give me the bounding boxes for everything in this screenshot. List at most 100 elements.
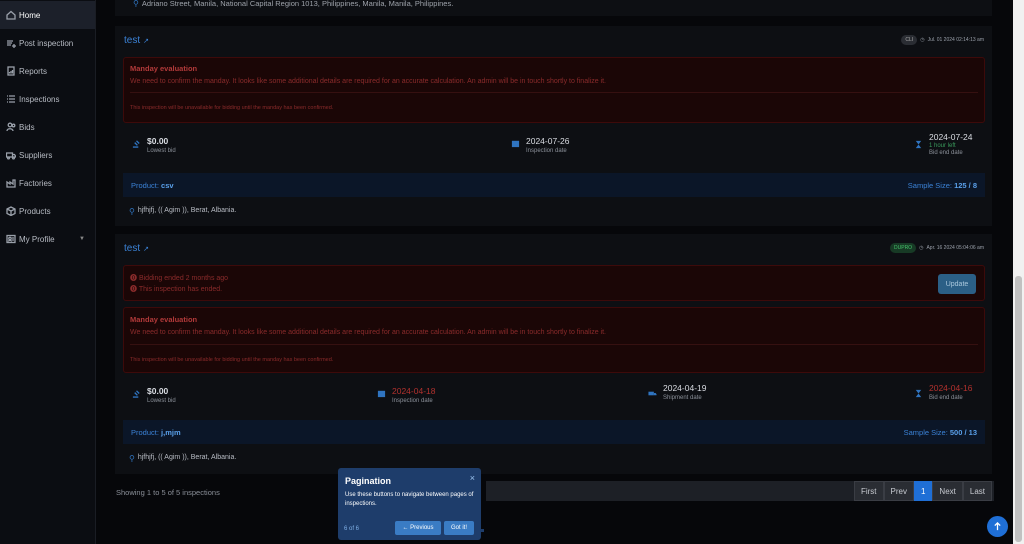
external-link-icon: ↗ (143, 245, 149, 253)
tour-step-counter: 6 of 6 (344, 526, 360, 532)
gavel-icon (132, 390, 140, 398)
close-icon[interactable]: × (470, 473, 475, 483)
inspection-meta: CLI ◷ Jul. 01 2024 02:14:13 am (901, 35, 984, 45)
product-info: Product: csv (131, 180, 174, 190)
bid-end-date-stat: 2024-04-16 Bid end date (914, 383, 972, 401)
divider (130, 92, 978, 93)
sidebar-item-post-inspection[interactable]: Post inspection (0, 29, 95, 57)
map-pin-icon: ⚲ (133, 0, 139, 8)
plus-doc-icon (6, 38, 16, 48)
product-bar: Product: j,mjm Sample Size: 500 / 13 (123, 420, 985, 444)
external-link-icon: ↗ (143, 37, 149, 45)
scrollbar-thumb[interactable] (1015, 276, 1022, 542)
map-pin-icon: ⚲ (129, 207, 135, 216)
next-page-button[interactable]: Next (932, 481, 963, 501)
location: ⚲ hjfhjfj, (( Agim )), Berat, Albania. (129, 454, 237, 463)
profile-icon (6, 234, 16, 244)
scroll-to-top-button[interactable] (987, 516, 1008, 537)
sidebar-item-label: Home (19, 10, 41, 20)
divider (130, 344, 978, 345)
tour-popover: Pagination Use these buttons to navigate… (338, 468, 481, 540)
sidebar-item-label: Post inspection (19, 38, 74, 48)
alert-text: We need to confirm the manday. It looks … (130, 329, 606, 336)
sidebar-item-label: Inspections (19, 94, 60, 104)
showing-count: Showing 1 to 5 of 5 inspections (116, 488, 220, 497)
sidebar-item-reports[interactable]: Reports (0, 57, 95, 85)
pagination: First Prev 1 Next Last (853, 481, 992, 501)
sidebar-item-suppliers[interactable]: Suppliers (0, 141, 95, 169)
inspection-ended-text: ⓿ This inspection has ended. (130, 286, 223, 293)
type-badge: DUPRO (890, 243, 917, 253)
type-badge: CLI (901, 35, 918, 45)
alert-heading: Manday evaluation (130, 315, 198, 324)
tour-previous-button[interactable]: ← Previous (395, 521, 441, 535)
sidebar-item-label: Reports (19, 66, 48, 76)
sample-size: Sample Size: 125 / 8 (907, 180, 977, 190)
tour-got-it-button[interactable]: Got it! (444, 521, 474, 535)
tour-title: Pagination (345, 476, 392, 486)
clock-icon: ◷ (920, 37, 925, 43)
hourglass-icon (915, 389, 922, 398)
last-page-button[interactable]: Last (962, 481, 992, 501)
sidebar-item-products[interactable]: Products (0, 197, 95, 225)
inspection-card: test ↗ CLI ◷ Jul. 01 2024 02:14:13 am Ma… (115, 26, 992, 226)
clock-icon: ◷ (919, 245, 924, 251)
product-bar: Product: csv Sample Size: 125 / 8 (123, 173, 985, 197)
main-content: ⚲ Adriano Street, Manila, National Capit… (96, 0, 1013, 544)
lowest-bid-stat: $0.00 Lowest bid (132, 136, 176, 154)
inspection-date-stat: 2024-04-18 Inspection date (377, 386, 435, 404)
sidebar-item-my-profile[interactable]: My Profile ▼ (0, 225, 95, 253)
inspection-title-link[interactable]: test ↗ (124, 35, 149, 46)
report-icon (6, 66, 16, 76)
box-icon (6, 206, 16, 217)
gavel-icon (132, 140, 140, 148)
sidebar-item-label: Bids (19, 122, 35, 132)
inspection-card: test ↗ DUPRO ◷ Apr. 16 2024 05:04:06 am … (115, 234, 992, 474)
shipment-date-stat: 2024-04-19 Shipment date (648, 383, 706, 401)
tour-arrow (481, 529, 484, 532)
inspection-date-stat: 2024-07-26 Inspection date (511, 136, 569, 154)
location: ⚲ Adriano Street, Manila, National Capit… (133, 0, 454, 8)
bid-end-date-stat: 2024-07-24 1 hour left Bid end date (914, 132, 972, 156)
factory-icon (6, 178, 16, 188)
users-icon (6, 122, 16, 132)
info-icon: ⓿ (130, 286, 137, 293)
sidebar-item-label: Products (19, 206, 51, 216)
timestamp: Apr. 16 2024 05:04:06 am (926, 245, 984, 251)
manday-alert: Manday evaluation We need to confirm the… (123, 57, 985, 123)
update-button[interactable]: Update (938, 274, 976, 294)
list-icon (6, 94, 16, 104)
alert-heading: Manday evaluation (130, 64, 198, 73)
sidebar-item-inspections[interactable]: Inspections (0, 85, 95, 113)
sidebar-item-bids[interactable]: Bids (0, 113, 95, 141)
inspection-meta: DUPRO ◷ Apr. 16 2024 05:04:06 am (890, 243, 984, 253)
sidebar-item-home[interactable]: Home (0, 1, 95, 29)
home-icon (6, 10, 16, 20)
alert-text: We need to confirm the manday. It looks … (130, 78, 606, 85)
location: ⚲ hjfhjfj, (( Agim )), Berat, Albania. (129, 207, 237, 216)
map-pin-icon: ⚲ (129, 454, 135, 463)
product-info: Product: j,mjm (131, 427, 181, 437)
alert-subtext: This inspection will be unavailable for … (130, 357, 334, 363)
lowest-bid-stat: $0.00 Lowest bid (132, 386, 176, 404)
sample-size: Sample Size: 500 / 13 (903, 427, 977, 437)
first-page-button[interactable]: First (853, 481, 884, 501)
bidding-ended-text: ⓿ Bidding ended 2 months ago (130, 275, 229, 282)
sidebar-item-factories[interactable]: Factories (0, 169, 95, 197)
current-page-button[interactable]: 1 (913, 481, 933, 501)
sidebar-item-label: Factories (19, 178, 52, 188)
prev-page-button[interactable]: Prev (883, 481, 914, 501)
sidebar-item-label: My Profile (19, 234, 55, 244)
inspection-title-link[interactable]: test ↗ (124, 243, 149, 254)
pagination-bar: First Prev 1 Next Last (486, 481, 994, 501)
sidebar: Home Post inspection Reports Inspections… (0, 0, 96, 544)
tour-body: Use these buttons to navigate between pa… (345, 492, 474, 507)
info-icon: ⓿ (130, 275, 137, 282)
alert-subtext: This inspection will be unavailable for … (130, 105, 334, 111)
arrow-up-icon (994, 522, 1001, 531)
chevron-down-icon[interactable]: ▼ (79, 236, 85, 242)
timestamp: Jul. 01 2024 02:14:13 am (927, 37, 984, 43)
hourglass-icon (915, 140, 922, 149)
truck-icon (5, 150, 17, 160)
ended-alert: ⓿ Bidding ended 2 months ago ⓿ This insp… (123, 265, 985, 301)
